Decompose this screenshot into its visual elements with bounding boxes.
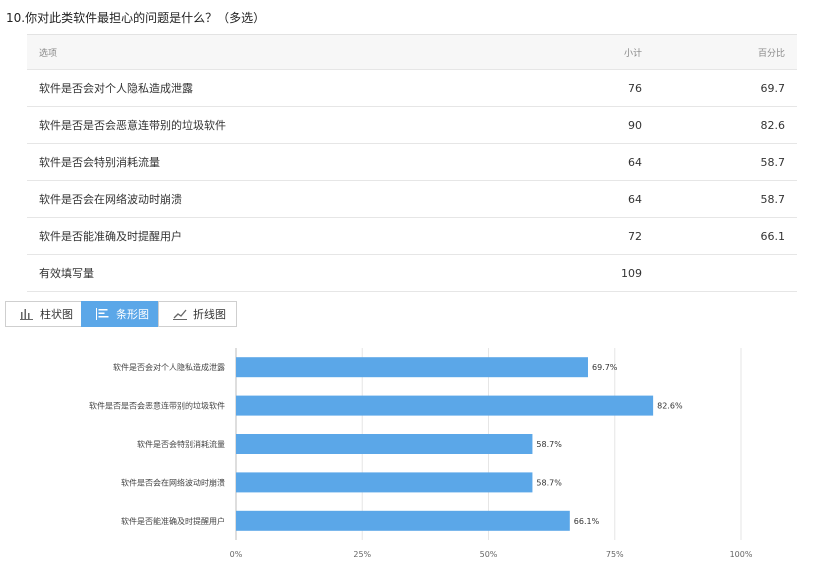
chart-type-tabs: 柱状图 条形图 折线图 — [5, 301, 237, 327]
bar — [236, 472, 533, 493]
category-label: 软件是否会对个人隐私造成泄露 — [113, 362, 225, 372]
data-label: 58.7% — [536, 478, 562, 487]
tab-label: 折线图 — [193, 308, 226, 321]
total-empty — [642, 254, 797, 292]
tab-bar-chart[interactable]: 柱状图 — [5, 301, 82, 327]
table-total-row: 有效填写量 109 — [27, 254, 797, 292]
header-option: 选项 — [27, 34, 509, 70]
bar — [236, 510, 570, 531]
total-value: 109 — [509, 254, 642, 292]
horizontal-bar-chart: 0% 25% 50% 75% 100% 软件是否会对个人隐私造成泄露 69.7% 软件是否是否… — [89, 348, 753, 559]
x-tick-label: 100% — [730, 550, 753, 559]
x-tick-label: 75% — [606, 550, 624, 559]
category-label: 软件是否会在网络波动时崩溃 — [121, 477, 225, 487]
row-percent: 82.6 — [642, 106, 797, 144]
bar — [236, 434, 533, 454]
tab-line-chart[interactable]: 折线图 — [158, 301, 237, 327]
bar — [236, 395, 654, 416]
table-header-row: 选项 小计 百分比 — [27, 34, 797, 70]
question-title: 10.你对此类软件最担心的问题是什么？（多选） — [6, 11, 266, 25]
row-count: 90 — [509, 106, 642, 144]
row-option: 软件是否会在网络波动时崩溃 — [27, 180, 509, 218]
x-tick-label: 0% — [230, 550, 243, 559]
bar-chart-icon — [20, 309, 33, 320]
data-label: 58.7% — [536, 440, 562, 449]
data-label: 69.7% — [592, 363, 618, 372]
line-chart-icon — [173, 309, 187, 320]
horizontal-bar-chart-icon — [96, 308, 109, 320]
table-row: 软件是否能准确及时提醒用户 72 66.1 — [27, 217, 797, 255]
bar — [236, 357, 588, 378]
data-label: 82.6% — [657, 402, 683, 411]
row-option: 软件是否是否会恶意连带别的垃圾软件 — [27, 106, 509, 144]
table-row: 软件是否会在网络波动时崩溃 64 58.7 — [27, 180, 797, 218]
tab-label: 条形图 — [116, 308, 149, 321]
category-label: 软件是否能准确及时提醒用户 — [121, 516, 225, 526]
row-option: 软件是否会对个人隐私造成泄露 — [27, 69, 509, 107]
header-count: 小计 — [509, 34, 642, 70]
row-option: 软件是否会特别消耗流量 — [27, 143, 509, 181]
category-label: 软件是否是否会恶意连带别的垃圾软件 — [89, 401, 225, 411]
results-table: 选项 小计 百分比 软件是否会对个人隐私造成泄露 76 69.7 软件是否是否会… — [27, 34, 797, 292]
row-count: 64 — [509, 180, 642, 218]
row-percent: 58.7 — [642, 143, 797, 181]
row-option: 软件是否能准确及时提醒用户 — [27, 217, 509, 255]
tab-label: 柱状图 — [40, 308, 73, 321]
total-label: 有效填写量 — [27, 254, 509, 292]
data-label: 66.1% — [574, 517, 600, 526]
row-count: 64 — [509, 143, 642, 181]
row-percent: 58.7 — [642, 180, 797, 218]
table-row: 软件是否会对个人隐私造成泄露 76 69.7 — [27, 69, 797, 107]
row-count: 76 — [509, 69, 642, 107]
category-label: 软件是否会特别消耗流量 — [137, 439, 225, 449]
row-percent: 66.1 — [642, 217, 797, 255]
x-tick-label: 25% — [353, 550, 371, 559]
row-count: 72 — [509, 217, 642, 255]
row-percent: 69.7 — [642, 69, 797, 107]
tab-horizontal-bar-chart[interactable]: 条形图 — [81, 301, 159, 327]
table-row: 软件是否是否会恶意连带别的垃圾软件 90 82.6 — [27, 106, 797, 144]
x-tick-label: 50% — [480, 550, 498, 559]
header-percent: 百分比 — [642, 34, 797, 70]
table-row: 软件是否会特别消耗流量 64 58.7 — [27, 143, 797, 181]
